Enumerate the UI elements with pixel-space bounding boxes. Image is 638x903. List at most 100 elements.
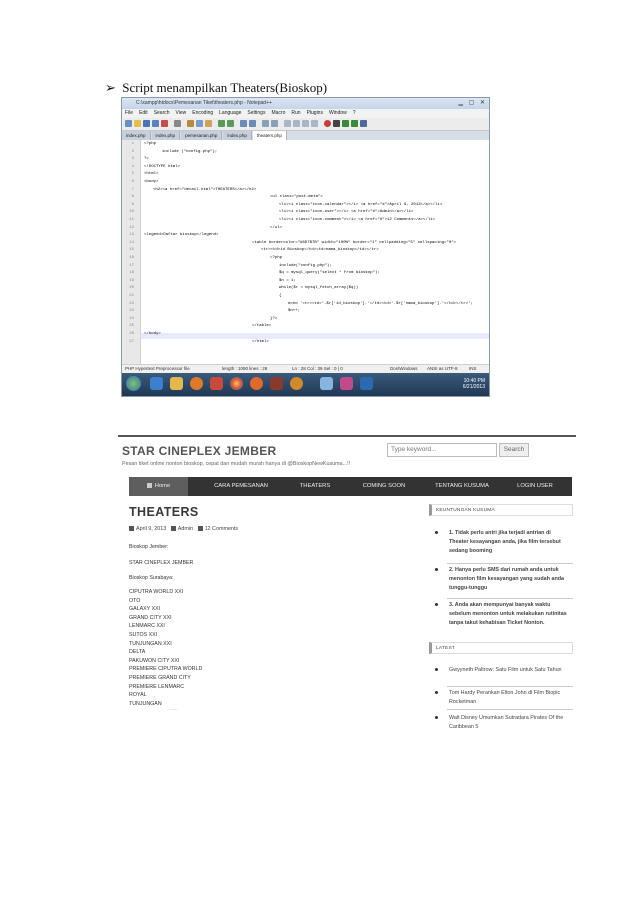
redo-icon[interactable] [227,120,234,127]
nav-tentang-kusuma[interactable]: TENTANG KUSUMA [425,477,499,496]
code-line: while($r = mysql_fetch_array($q)) [279,286,359,291]
play-macro-icon[interactable] [342,120,349,127]
tab-theaters[interactable]: theaters.php [252,131,287,140]
meta-date[interactable]: April 9, 2013 [136,526,166,532]
latest-link[interactable]: Tom Hardy Perankan Elton John di Film Bi… [449,689,569,707]
menu-macro[interactable]: Macro [271,110,285,116]
menu-settings[interactable]: Settings [247,110,265,116]
media-player-icon[interactable] [190,377,203,390]
line-number: 27 [129,339,134,344]
menu-window[interactable]: Window [329,110,347,116]
line-number: 5 [131,172,134,177]
latest-link[interactable]: Gwyyneth Paltrow: Satu Film untuk Satu T… [449,666,569,675]
app-icon-4[interactable] [340,377,353,390]
notepad-screenshot: C:\xampp\htdocs\Pemesanan Tiket\theaters… [121,97,490,397]
status-mode: INS [469,366,477,371]
app-icon-3[interactable] [290,377,303,390]
save-macro-icon[interactable] [360,120,367,127]
menu-language[interactable]: Language [219,110,241,116]
code-area[interactable]: 1 2 3 4 5 6 7 8 9 10 11 12 13 14 15 16 17 18 19 20 21 22 23 24 2… [122,140,489,364]
show-all-chars-icon[interactable] [302,120,309,127]
paste-icon[interactable] [205,120,212,127]
line-number: 6 [131,180,134,184]
cinema-item: PAKUWON CITY XXI [129,657,180,664]
nav-home[interactable]: Home [129,477,188,496]
replace-icon[interactable] [249,120,256,127]
menu-help[interactable]: ? [353,110,356,116]
benefit-text: 2. Hanya perlu SMS dari rumah anda untuk… [449,567,565,591]
run-macro-multiple-icon[interactable] [351,120,358,127]
find-icon[interactable] [240,120,247,127]
code-line: }?> [270,316,278,321]
copy-icon[interactable] [196,120,203,127]
menu-view[interactable]: View [176,110,187,116]
menu-plugins[interactable]: Plugins [307,110,323,116]
word-icon[interactable] [360,377,373,390]
chrome-icon[interactable] [230,377,243,390]
zoom-in-icon[interactable] [262,120,269,127]
section-heading: ➢ Script menampilkan Theaters(Bioskop) [105,80,327,96]
tab-index-3[interactable]: index.php [223,131,252,140]
status-eol: Dos\Windows [390,366,418,371]
tab-pemesanan[interactable]: pemesanan.php [181,131,223,140]
code-line: <tr><td>id Bioskop</td><td>nama_bioskop<… [261,248,379,253]
code-line: $q = mysql_query("select * from bioskop"… [279,271,380,276]
code-line: { [279,294,282,298]
benefit-text: 3. Anda akan mempunyai banyak waktu sebe… [449,602,567,626]
content-label-jember: Bioskop Jember: [129,544,169,550]
meta-comments[interactable]: 12 Comments [205,526,239,532]
menu-encoding[interactable]: Encoding [192,110,213,116]
indent-guide-icon[interactable] [311,120,318,127]
nav-coming-soon[interactable]: COMING SOON [349,477,419,496]
line-number: 2 [131,149,134,154]
editor-title-bar: C:\xampp\htdocs\Pemesanan Tiket\theaters… [122,98,489,109]
word-wrap-icon[interactable] [293,120,300,127]
new-file-icon[interactable] [125,120,132,127]
menu-edit[interactable]: Edit [139,110,148,116]
print-icon[interactable] [174,120,181,127]
search-button[interactable]: Search [499,443,529,457]
line-number: 8 [131,195,134,200]
latest-link[interactable]: Walt Disney Umumkan Sutradara Pirates Of… [449,714,569,732]
line-number: 20 [129,286,134,291]
menu-search[interactable]: Search [154,110,170,116]
current-line-highlight [141,333,489,339]
open-file-icon[interactable] [134,120,141,127]
line-number: 9 [131,202,134,207]
nav-cara-pemesanan[interactable]: CARA PEMESANAN [205,477,277,496]
start-button-icon[interactable] [126,376,141,391]
nav-login-user[interactable]: LOGIN USER [505,477,565,496]
menu-file[interactable]: File [125,110,133,116]
website-screenshot: STAR CINEPLEX JEMBER Pesan tiket online … [113,431,576,751]
close-file-icon[interactable] [161,120,168,127]
search-input[interactable]: Type keyword... [387,443,497,457]
nav-home-label: Home [154,483,171,489]
sync-scroll-icon[interactable] [284,120,291,127]
code-line: </table> [252,324,272,329]
site-title[interactable]: STAR CINEPLEX JEMBER [122,444,276,458]
nav-theaters[interactable]: THEATERS [287,477,343,496]
window-buttons[interactable]: ▁ ▢ ✕ [458,99,487,108]
zoom-out-icon[interactable] [271,120,278,127]
cinema-item: CIPUTRA WORLD XXI [129,589,184,595]
stop-macro-icon[interactable] [333,120,340,127]
line-number: 4 [131,164,134,169]
save-all-icon[interactable] [152,120,159,127]
save-icon[interactable] [143,120,150,127]
app-icon[interactable] [210,377,223,390]
tab-index-1[interactable]: index.php [122,131,151,140]
code-line: <!DOCTYPE html> [144,164,181,169]
undo-icon[interactable] [218,120,225,127]
menu-run[interactable]: Run [291,110,300,116]
bullet-icon [435,531,438,534]
tab-index-2[interactable]: index.php [151,131,181,140]
firefox-icon[interactable] [250,377,263,390]
cut-icon[interactable] [187,120,194,127]
code-line: <ul class="post-meta"> [270,195,323,200]
record-macro-icon[interactable] [324,120,331,127]
notepad-plus-icon[interactable] [320,377,333,390]
explorer-icon[interactable] [170,377,183,390]
meta-author[interactable]: Admin [178,526,193,532]
ie-icon[interactable] [150,377,163,390]
app-icon-2[interactable] [270,377,283,390]
